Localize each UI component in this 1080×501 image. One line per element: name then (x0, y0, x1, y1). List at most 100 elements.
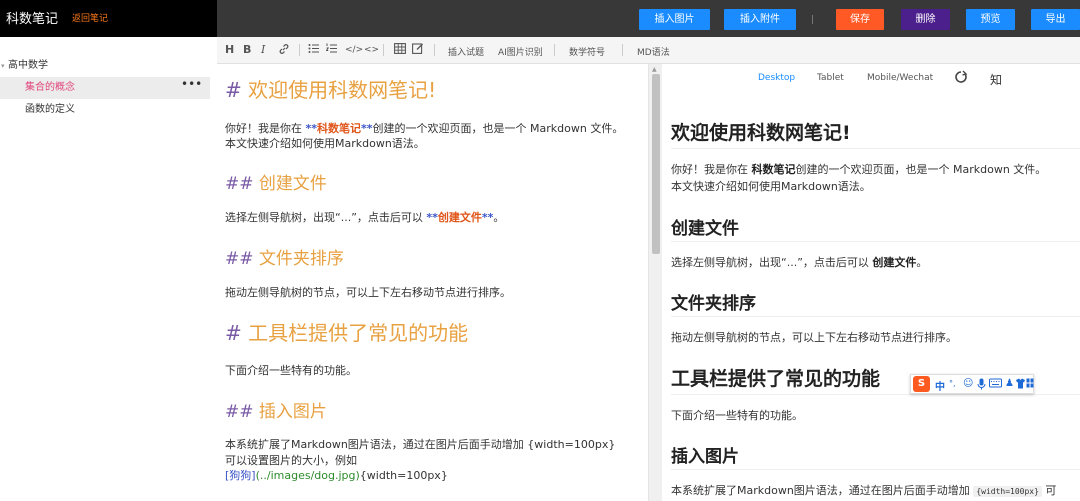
insert-image-button[interactable]: 插入图片 (639, 9, 710, 30)
tree-root-node[interactable]: ▾ 高中数学 (0, 55, 210, 77)
scrollbar-thumb[interactable] (652, 74, 660, 254)
heading-marker: # (225, 78, 242, 102)
heading-divider (671, 469, 1080, 470)
tree-root-label: 高中数学 (8, 60, 48, 71)
export-button[interactable]: 导出 (1031, 9, 1080, 30)
ordered-list-icon[interactable] (325, 43, 338, 57)
editor-image-syntax: [狗狗](../images/dog.jpg){width=100px} (225, 468, 448, 483)
save-button[interactable]: 保存 (836, 9, 884, 30)
app-title: 科数笔记 (6, 12, 59, 27)
bold-text: 科数笔记 (751, 163, 796, 176)
editor-scrollbar[interactable]: ▲ (649, 64, 662, 501)
editor-h2-line: ## 创建文件 (225, 169, 327, 194)
ime-mode-indicator[interactable]: 中 (935, 378, 945, 393)
preview-paragraph: 拖动左侧导航树的节点，可以上下左右移动节点进行排序。 (671, 331, 957, 344)
italic-icon[interactable]: I (261, 43, 265, 56)
bold-marker: ** (305, 122, 318, 135)
inline-code-icon[interactable]: <> (364, 45, 379, 55)
microphone-icon[interactable] (977, 378, 986, 393)
code-icon[interactable]: </> (345, 45, 363, 55)
link-icon[interactable] (278, 43, 290, 58)
tab-zhihu[interactable]: 知 (990, 71, 1002, 88)
text-span: 选择左侧导航树，出现“...”，点击后可以 (671, 256, 873, 269)
editor-paragraph: 你好！我是你在 **科数笔记**创建的一个欢迎页面，也是一个 Markdown … (225, 121, 623, 136)
back-to-notes-link[interactable]: 返回笔记 (72, 11, 108, 24)
ime-toolbar[interactable]: S 中 °, ☺ ♟ (910, 374, 1034, 394)
loop-icon[interactable] (954, 70, 968, 87)
skin-icon[interactable] (1015, 378, 1026, 392)
edit-icon[interactable] (412, 43, 424, 57)
heading-text: 插入图片 (258, 402, 327, 422)
markdown-preview: Desktop Tablet Mobile/Wechat 知 欢迎使用科数网笔记… (662, 64, 1080, 501)
editor-paragraph-line2: 本文快速介绍如何使用Markdown语法。 (225, 137, 425, 150)
tab-desktop[interactable]: Desktop (758, 73, 795, 83)
markdown-editor[interactable]: # 欢迎使用科数网笔记! 你好！我是你在 **科数笔记**创建的一个欢迎页面，也… (217, 64, 649, 501)
text-span: 你好！我是你在 (671, 163, 752, 176)
editor-h2-line: ## 文件夹排序 (225, 244, 344, 269)
preview-device-tabs: Desktop Tablet Mobile/Wechat 知 (662, 64, 1080, 91)
toolbar-separator (434, 44, 435, 56)
editor-toolbar: H B I </> <> 插入试题 AI图片识别 数学符号 MD语法 (217, 37, 1080, 64)
heading-divider (671, 394, 1080, 395)
heading-divider (671, 241, 1080, 242)
top-bar: 科数笔记 返回笔记 插入图片 插入附件 保存 删除 预览 导出 (0, 0, 1080, 37)
editor-paragraph: 拖动左侧导航树的节点，可以上下左右移动节点进行排序。 (225, 286, 511, 299)
scroll-up-arrow-icon[interactable]: ▲ (652, 66, 657, 73)
bold-text: 创建文件 (437, 211, 482, 224)
editor-h1-line: # 欢迎使用科数网笔记! (225, 74, 436, 103)
text-span: 。 (493, 211, 505, 224)
brand-area: 科数笔记 返回笔记 (0, 0, 217, 37)
insert-attachment-button[interactable]: 插入附件 (724, 9, 796, 30)
heading-marker: ## (225, 402, 254, 422)
image-url: (../images/dog.jpg) (255, 469, 360, 482)
unordered-list-icon[interactable] (308, 43, 320, 57)
delete-button[interactable]: 删除 (901, 9, 950, 30)
heading-text: 创建文件 (258, 174, 327, 194)
tree-item-function-definition[interactable]: 函数的定义 (0, 99, 210, 121)
text-span: 你好！我是你在 (225, 122, 306, 135)
toolbar-separator (554, 44, 555, 56)
editor-h1-line: # 工具栏提供了常见的功能 (225, 317, 468, 346)
preview-button[interactable]: 预览 (966, 9, 1015, 30)
editor-h2-line: ## 插入图片 (225, 397, 327, 422)
bold-marker: ** (361, 122, 373, 135)
preview-paragraph: 本系统扩展了Markdown图片语法，通过在图片后面手动增加 {width=10… (671, 482, 1056, 500)
math-symbols-button[interactable]: 数学符号 (569, 45, 605, 58)
sogou-logo-icon[interactable]: S (913, 376, 930, 392)
inline-code: {width=100px} (973, 486, 1042, 497)
collapse-caret-icon[interactable]: ▾ (1, 55, 5, 77)
text-span: 选择左侧导航树，出现“...”，点击后可以 (225, 211, 427, 224)
md-syntax-button[interactable]: MD语法 (637, 45, 670, 58)
keyboard-icon[interactable] (989, 378, 1002, 391)
image-alt-text: 狗狗 (229, 469, 252, 482)
toolbar-divider (812, 15, 813, 24)
bold-text: 科数笔记 (317, 122, 362, 135)
ime-punctuation-indicator[interactable]: °, (949, 379, 956, 388)
toolbox-icon[interactable] (1026, 378, 1034, 391)
text-span: 可 (1041, 484, 1057, 497)
heading-text: 工具栏提供了常见的功能 (248, 321, 469, 345)
ai-image-recognition-button[interactable]: AI图片识别 (498, 45, 543, 58)
more-options-icon[interactable]: ••• (181, 73, 202, 95)
preview-h1: 欢迎使用科数网笔记! (671, 122, 851, 144)
tree-item-set-concept[interactable]: 集合的概念 ••• (0, 77, 210, 99)
emoji-icon[interactable]: ☺ (963, 378, 973, 389)
heading-marker: # (225, 321, 242, 345)
editor-paragraph: 本系统扩展了Markdown图片语法，通过在图片后面手动增加 {width=10… (225, 438, 616, 451)
bold-icon[interactable]: B (243, 43, 251, 56)
sidebar-tree: ▾ 高中数学 集合的概念 ••• 函数的定义 (0, 37, 217, 501)
table-icon[interactable] (394, 43, 406, 57)
heading-icon[interactable]: H (225, 43, 234, 56)
preview-paragraph: 下面介绍一些特有的功能。 (671, 409, 803, 422)
tab-tablet[interactable]: Tablet (817, 73, 844, 83)
toolbar-separator (299, 44, 300, 56)
heading-marker: ## (225, 174, 254, 194)
preview-paragraph-line2: 本文快速介绍如何使用Markdown语法。 (671, 180, 871, 193)
tab-mobile-wechat[interactable]: Mobile/Wechat (867, 73, 933, 83)
user-icon[interactable]: ♟ (1005, 378, 1014, 389)
preview-paragraph: 选择左侧导航树，出现“...”，点击后可以 创建文件。 (671, 254, 927, 271)
preview-h2: 插入图片 (671, 447, 739, 467)
heading-text: 文件夹排序 (258, 249, 344, 269)
heading-divider (671, 148, 1080, 149)
insert-exercise-button[interactable]: 插入试题 (448, 45, 484, 58)
